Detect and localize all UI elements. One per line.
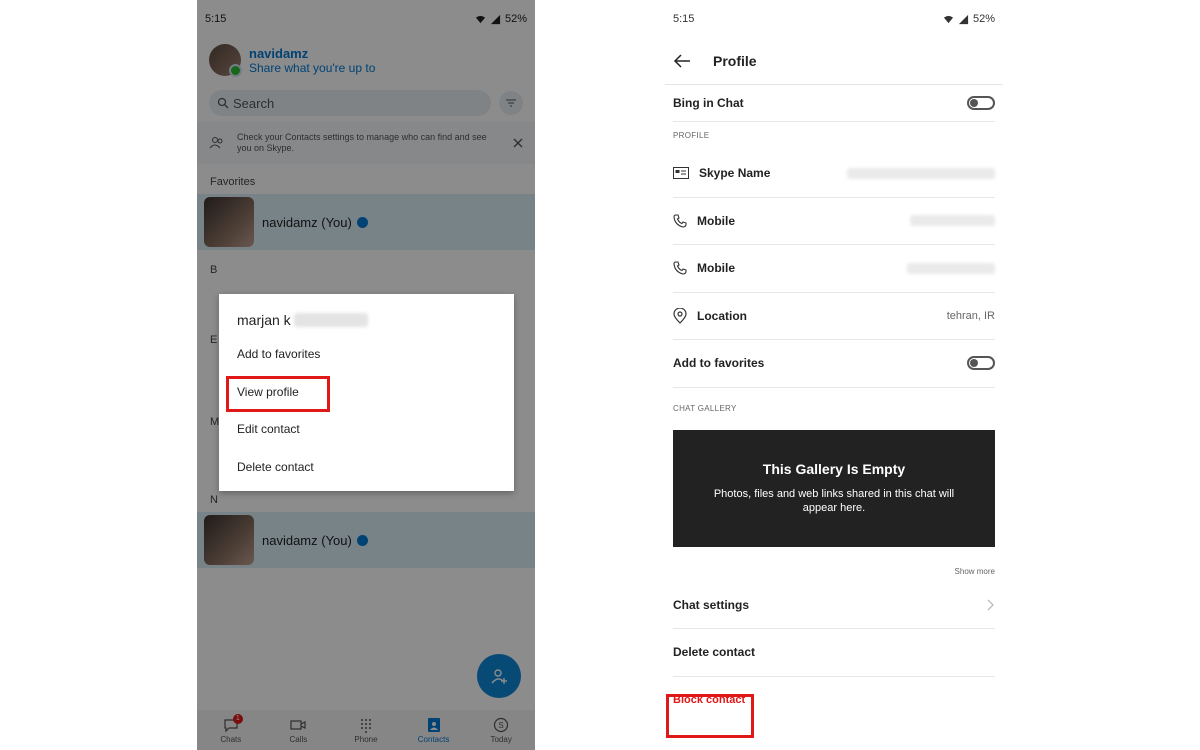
favorites-label: Add to favorites [673, 356, 765, 371]
mobile-label: Mobile [697, 213, 735, 228]
edit-contact-menu-item[interactable]: Edit contact [219, 411, 514, 449]
menu-title-text: marjan k [237, 312, 291, 328]
redacted-phone [907, 262, 995, 274]
status-bar: 5:15 52% [665, 0, 1003, 38]
redacted-skype-name [847, 167, 995, 179]
profile-header: Profile [665, 38, 1003, 85]
phone-icon [673, 214, 687, 228]
add-to-favorites-menu-item[interactable]: Add to favorites [219, 336, 514, 374]
toggle-knob [970, 99, 978, 107]
favorites-toggle[interactable] [967, 356, 995, 371]
chat-settings-row[interactable]: Chat settings [673, 582, 995, 629]
menu-contact-name: marjan k [219, 294, 514, 336]
profile-section-heading: PROFILE [673, 131, 710, 140]
signal-icon [958, 14, 969, 24]
skype-name-label: Skype Name [699, 166, 771, 181]
phone-icon [673, 261, 687, 275]
skype-name-row: Skype Name [673, 150, 995, 198]
wifi-icon [943, 15, 954, 23]
add-to-favorites-row: Add to favorites [673, 340, 995, 388]
contacts-screen: 5:15 52% navidamz Share what you're up t… [197, 0, 535, 750]
toggle-knob [970, 359, 978, 368]
back-arrow-icon[interactable] [673, 54, 691, 68]
profile-screen: 5:15 52% Profile Bing in Chat PROFILE Sk… [665, 0, 1003, 750]
bing-label: Bing in Chat [673, 96, 744, 110]
redacted-phone [910, 215, 995, 227]
delete-contact-row[interactable]: Delete contact [673, 629, 995, 677]
chat-settings-label: Chat settings [673, 597, 750, 612]
chat-gallery: This Gallery Is Empty Photos, files and … [673, 429, 995, 547]
mobile-row: Mobile [673, 198, 995, 245]
mobile-row: Mobile [673, 245, 995, 293]
location-row: Location tehran, IR [673, 293, 995, 340]
chevron-right-icon [987, 599, 994, 611]
chat-gallery-heading: CHAT GALLERY [673, 403, 737, 413]
show-more-link[interactable]: Show more [665, 547, 1003, 582]
view-profile-highlight [226, 376, 330, 412]
page-title: Profile [713, 53, 757, 69]
mobile-label: Mobile [697, 261, 735, 276]
status-time: 5:15 [673, 13, 695, 25]
battery-level: 52% [972, 13, 995, 25]
gallery-text: Photos, files and web links shared in th… [713, 488, 955, 514]
location-label: Location [697, 308, 747, 323]
delete-contact-menu-item[interactable]: Delete contact [219, 449, 514, 487]
location-icon [673, 307, 687, 324]
redacted-text [293, 313, 368, 327]
delete-contact-label: Delete contact [673, 645, 756, 660]
bing-in-chat-row: Bing in Chat [673, 85, 995, 122]
bing-toggle[interactable] [967, 96, 995, 110]
location-value: tehran, IR [946, 309, 995, 322]
id-card-icon [673, 167, 689, 180]
block-contact-highlight [666, 694, 754, 738]
gallery-title: This Gallery Is Empty [762, 461, 906, 477]
